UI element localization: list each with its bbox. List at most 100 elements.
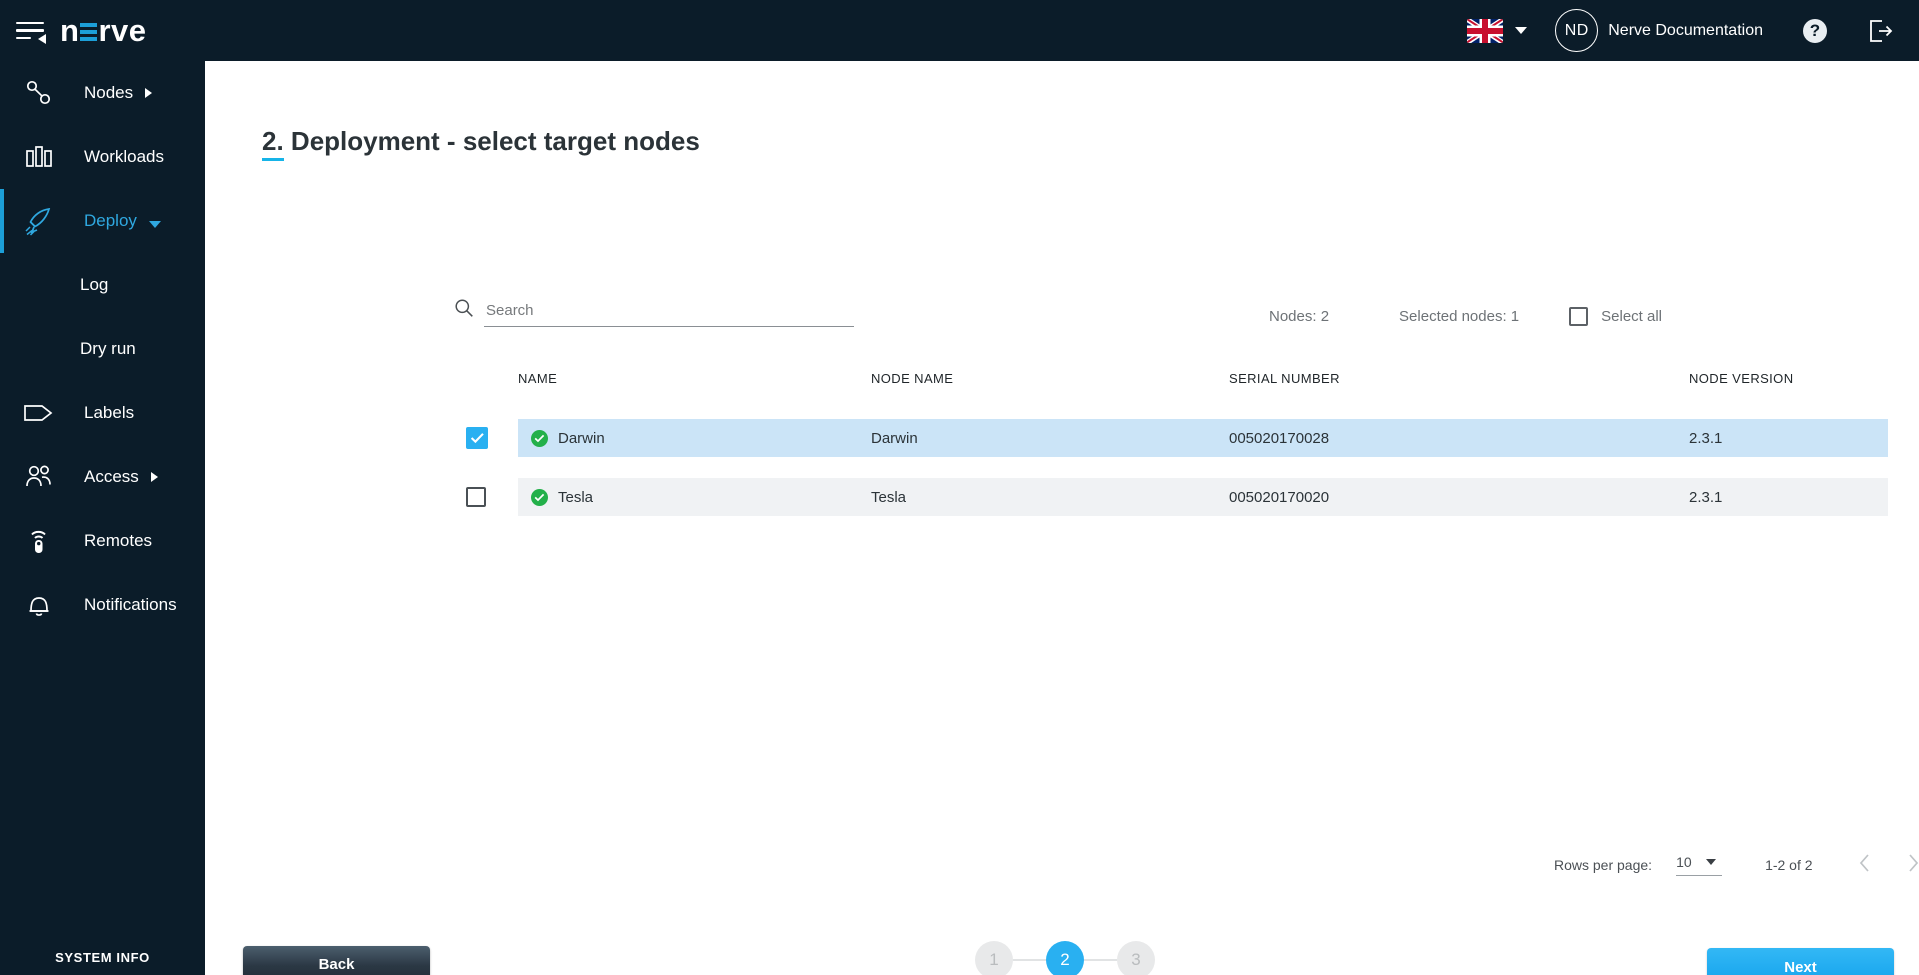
select-all-label[interactable]: Select all: [1601, 308, 1662, 325]
selected-nodes-count-label: Selected nodes: 1: [1399, 308, 1520, 325]
system-info-label[interactable]: SYSTEM INFO: [0, 950, 205, 965]
menu-bar-1: [16, 21, 44, 25]
sidebar-item-remotes[interactable]: Remotes: [0, 509, 205, 573]
pagination-next-button[interactable]: [1907, 853, 1919, 876]
node-counts: Nodes: 2 Selected nodes: 1 Select all: [1269, 307, 1662, 326]
pagination-range-label: 1-2 of 2: [1765, 856, 1813, 873]
sidebar-subitem-label: Log: [80, 275, 109, 294]
sidebar-item-label: Notifications: [84, 595, 177, 614]
next-button[interactable]: Next: [1707, 948, 1894, 975]
step-label: 3: [1131, 950, 1141, 969]
rows-per-page-value: 10: [1676, 853, 1692, 870]
chevron-down-icon: [148, 220, 161, 228]
column-header-node-name: NODE NAME: [871, 371, 954, 386]
step-1[interactable]: 1: [975, 941, 1013, 975]
sidebar-item-access[interactable]: Access: [0, 445, 205, 509]
cell-node-version: 2.3.1: [1689, 488, 1723, 506]
user-name-label: Nerve Documentation: [1608, 21, 1763, 39]
cell-name: Tesla: [531, 488, 871, 506]
cell-name-text: Darwin: [558, 429, 605, 447]
step-label: 2: [1060, 950, 1070, 969]
page-title: 2. Deployment - select target nodes: [262, 126, 700, 161]
logo-e-mark-icon: [80, 20, 98, 41]
table-body: Darwin Darwin 005020170028 2.3.1 Tesla T…: [458, 419, 1888, 537]
rows-per-page-label: Rows per page:: [1554, 856, 1653, 873]
step-2[interactable]: 2: [1046, 941, 1084, 975]
page-title-step: 2.: [262, 126, 284, 161]
sidebar-item-label: Access: [84, 467, 139, 486]
table-header-row: NAME NODE NAME SERIAL NUMBER NODE VERSIO…: [518, 371, 1888, 412]
pagination-prev-button[interactable]: [1859, 853, 1871, 876]
sidebar-item-notifications[interactable]: Notifications: [0, 573, 205, 637]
avatar[interactable]: ND: [1555, 9, 1599, 52]
search-input[interactable]: [484, 302, 854, 327]
chevron-down-icon: [1705, 858, 1716, 865]
users-icon: [18, 464, 60, 490]
menu-bar-3: [16, 36, 31, 40]
back-button[interactable]: Back: [243, 946, 430, 975]
sidebar-subitem-label: Dry run: [80, 339, 136, 358]
rocket-icon: [18, 206, 60, 236]
sidebar-subitem-dry-run[interactable]: Dry run: [0, 317, 205, 381]
row-content: Tesla Tesla 005020170020 2.3.1: [518, 478, 1888, 516]
menu-bar-2: [16, 29, 44, 32]
sidebar-item-workloads[interactable]: Workloads: [0, 125, 205, 189]
nodes-count-label: Nodes: 2: [1269, 308, 1330, 325]
sidebar-item-label: Deploy: [84, 211, 137, 230]
select-all-checkbox[interactable]: [1569, 307, 1589, 326]
language-chevron-down-icon[interactable]: [1515, 27, 1528, 34]
uk-flag-icon[interactable]: [1467, 18, 1504, 43]
status-online-check-icon: [531, 488, 548, 506]
rows-per-page-select[interactable]: 10: [1676, 853, 1723, 876]
cell-node-name: Tesla: [871, 488, 907, 506]
nodes-icon: [18, 80, 60, 106]
workloads-icon: [18, 143, 60, 171]
search-bar: [454, 298, 854, 327]
sidebar: Nodes Workloads Deploy Log Dry run Label…: [0, 61, 205, 975]
step-connector: [1013, 959, 1046, 961]
cell-name-text: Tesla: [558, 488, 594, 506]
hamburger-menu-icon[interactable]: [16, 19, 46, 44]
cell-node-version: 2.3.1: [1689, 429, 1723, 447]
step-3[interactable]: 3: [1117, 941, 1155, 975]
remote-control-icon: [18, 526, 60, 556]
pagination: Rows per page: 10 1-2 of 2: [1554, 853, 1919, 876]
nerve-logo[interactable]: n rve: [60, 15, 146, 46]
help-glyph: ?: [1809, 20, 1821, 40]
page-title-text: Deployment - select target nodes: [283, 126, 700, 156]
column-header-name: NAME: [518, 371, 558, 386]
logo-text-end: rve: [98, 13, 147, 48]
help-icon[interactable]: ?: [1803, 18, 1827, 43]
search-icon: [454, 298, 474, 323]
row-content: Darwin Darwin 005020170028 2.3.1: [518, 419, 1888, 457]
sidebar-item-label: Nodes: [84, 83, 134, 102]
cell-name: Darwin: [531, 429, 871, 447]
sidebar-item-label: Labels: [84, 403, 135, 422]
row-checkbox-cell: [458, 427, 518, 449]
step-connector: [1084, 959, 1117, 961]
top-header: n rve ND Nerve Documentation ?: [0, 0, 1919, 61]
column-header-serial-number: SERIAL NUMBER: [1229, 371, 1340, 386]
sidebar-item-deploy[interactable]: Deploy: [0, 189, 205, 253]
row-checkbox-checked[interactable]: [466, 427, 488, 449]
logout-icon[interactable]: [1867, 18, 1893, 44]
cell-node-name: Darwin: [871, 429, 918, 447]
sidebar-item-nodes[interactable]: Nodes: [0, 61, 205, 125]
table-row[interactable]: Tesla Tesla 005020170020 2.3.1: [458, 478, 1888, 516]
cell-serial-number: 005020170028: [1229, 429, 1330, 447]
step-label: 1: [989, 950, 999, 969]
sidebar-item-label: Workloads: [84, 147, 164, 166]
bell-icon: [18, 590, 60, 620]
sidebar-subitem-log[interactable]: Log: [0, 253, 205, 317]
menu-collapse-caret-icon: [38, 33, 46, 44]
row-checkbox-unchecked[interactable]: [466, 487, 486, 507]
sidebar-item-labels[interactable]: Labels: [0, 381, 205, 445]
main-content: 2. Deployment - select target nodes Node…: [205, 61, 1919, 975]
app-root: n rve ND Nerve Documentation ? Nodes Wor…: [0, 0, 1919, 975]
tag-icon: [18, 402, 60, 424]
cell-serial-number: 005020170020: [1229, 488, 1330, 506]
logo-text-start: n: [60, 13, 80, 48]
chevron-right-icon: [145, 88, 153, 98]
header-right-cluster: ND Nerve Documentation ?: [1467, 9, 1919, 52]
table-row[interactable]: Darwin Darwin 005020170028 2.3.1: [458, 419, 1888, 457]
